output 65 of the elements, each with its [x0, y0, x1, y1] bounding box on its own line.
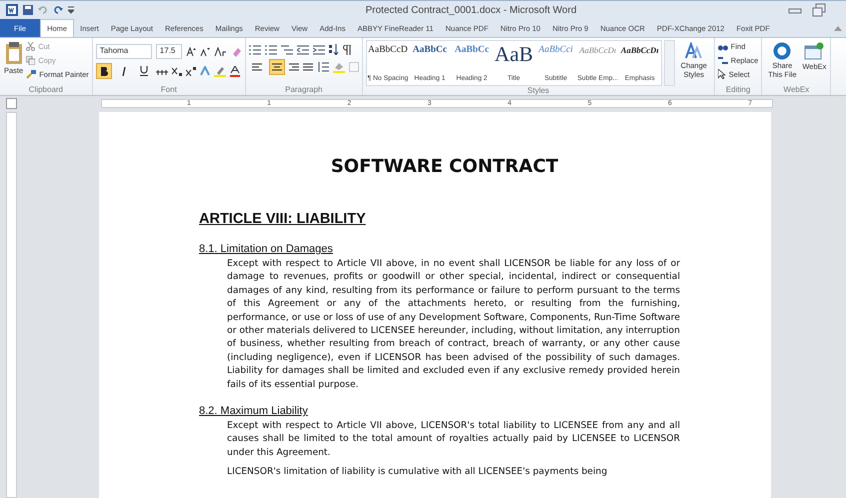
- group-label: Editing: [724, 85, 752, 95]
- body-paragraph: LICENSOR's limitation of liability is cumulative with all LICENSEE's payments being: [227, 465, 608, 479]
- paintbrush-icon: [26, 70, 36, 78]
- article-heading: ARTICLE VIII: LIABILITY: [199, 211, 367, 227]
- font-color-icon[interactable]: [230, 66, 240, 76]
- line-spacing-icon[interactable]: [316, 62, 329, 72]
- group-label: Font: [160, 85, 178, 95]
- align-left-icon: [252, 62, 262, 72]
- group-label: Paragraph: [284, 85, 324, 95]
- tab-selector-button[interactable]: [6, 98, 17, 108]
- font-size-field[interactable]: 17.5: [156, 44, 182, 59]
- style-sample: AaB: [494, 45, 534, 63]
- pilcrow-icon[interactable]: [342, 44, 351, 54]
- letters-icon: [684, 42, 703, 60]
- underline-u-icon: [140, 66, 148, 76]
- document-title: SOFTWARE CONTRACT: [330, 156, 560, 177]
- sort-icon[interactable]: [328, 44, 339, 55]
- group-label: Styles: [526, 86, 550, 96]
- group-label: WebEx: [782, 85, 810, 95]
- align-center-icon: [272, 62, 282, 72]
- group-label: Clipboard: [28, 85, 64, 95]
- change-case-icon[interactable]: [214, 46, 228, 56]
- body-paragraph: Except with respect to Article VII above, in no event shall LICENSOR be liable for any loss of or damage to revenues, profits or goodwill or other special, incidental, indirect or consequential damages of any kind, resulting from its performance or failure to perform pursuant to the terms of this Agreement or any of the attachments hereto, or resulting from the furnishing, performance, or use or loss of use of any Development Software, Components, Run-Time Software or other materials delivered to LICENSEE hereunder, including, without limitation, any interruption of business, whether resulting from breach of contract, breach of warranty, or any other cause (including negligence), even if LICENSOR has been advised of the possibility of such damages. Liability for damages shall be limited and excluded even if any exclusive remedy provided herein fails of its essential purpose.: [227, 257, 680, 392]
- save-icon[interactable]: [23, 5, 33, 15]
- bold-b-icon: [100, 66, 108, 76]
- text-effects-icon[interactable]: [200, 66, 210, 76]
- increase-indent-icon[interactable]: [312, 44, 325, 54]
- customize-caret-icon[interactable]: [68, 6, 74, 14]
- cursor-icon: [718, 69, 726, 79]
- subscript-icon[interactable]: [172, 66, 182, 76]
- word-logo-icon: [6, 4, 18, 16]
- replace-icon: [718, 56, 728, 64]
- minimize-icon[interactable]: [788, 6, 802, 14]
- ring-icon: [773, 42, 792, 60]
- scissors-icon: [26, 42, 36, 50]
- section-heading: 8.1. Limitation on Damages: [199, 243, 334, 255]
- style-sample: AaBbCcD: [368, 45, 408, 55]
- clipboard-icon: [6, 42, 22, 64]
- style-sample: AaBbCc: [412, 45, 447, 55]
- superscript-icon[interactable]: [186, 66, 196, 76]
- section-heading: 8.2. Maximum Liability: [199, 405, 309, 418]
- align-right-icon[interactable]: [288, 62, 299, 72]
- copy-icon: [26, 56, 36, 64]
- font-name-field[interactable]: Tahoma: [96, 44, 152, 59]
- align-center-button[interactable]: [268, 59, 285, 75]
- bullets-icon[interactable]: [248, 44, 261, 54]
- window-title: Protected Contract_0001.docx - Microsoft Word: [364, 4, 578, 16]
- multilevel-list-icon[interactable]: [280, 44, 293, 54]
- restore-icon[interactable]: [812, 3, 826, 17]
- gallery-scrollbar[interactable]: [664, 40, 675, 86]
- shrink-font-icon[interactable]: [200, 46, 210, 56]
- decrease-indent-icon[interactable]: [296, 44, 309, 54]
- numbering-icon[interactable]: [264, 44, 277, 54]
- body-paragraph: Except with respect to Article VII above, LICENSOR's total liability to LICENSEE from any and all causes shall be limited to the total amount of royalties actually paid by LICENSEE to LICENSOR under this Agreement.: [227, 419, 680, 460]
- redo-icon[interactable]: [53, 5, 63, 15]
- italic-i-icon: [120, 66, 127, 76]
- bold-button[interactable]: [96, 63, 112, 79]
- justify-icon[interactable]: [302, 62, 313, 72]
- style-sample: AaBbCci: [538, 45, 573, 55]
- window-badge-icon: [804, 42, 824, 60]
- grow-font-icon[interactable]: [186, 46, 196, 56]
- style-sample: AaBbCcDı: [579, 45, 616, 55]
- style-sample: AaBbCc: [454, 45, 489, 55]
- borders-icon[interactable]: [348, 62, 359, 72]
- style-sample: AaBbCcDı: [620, 45, 659, 55]
